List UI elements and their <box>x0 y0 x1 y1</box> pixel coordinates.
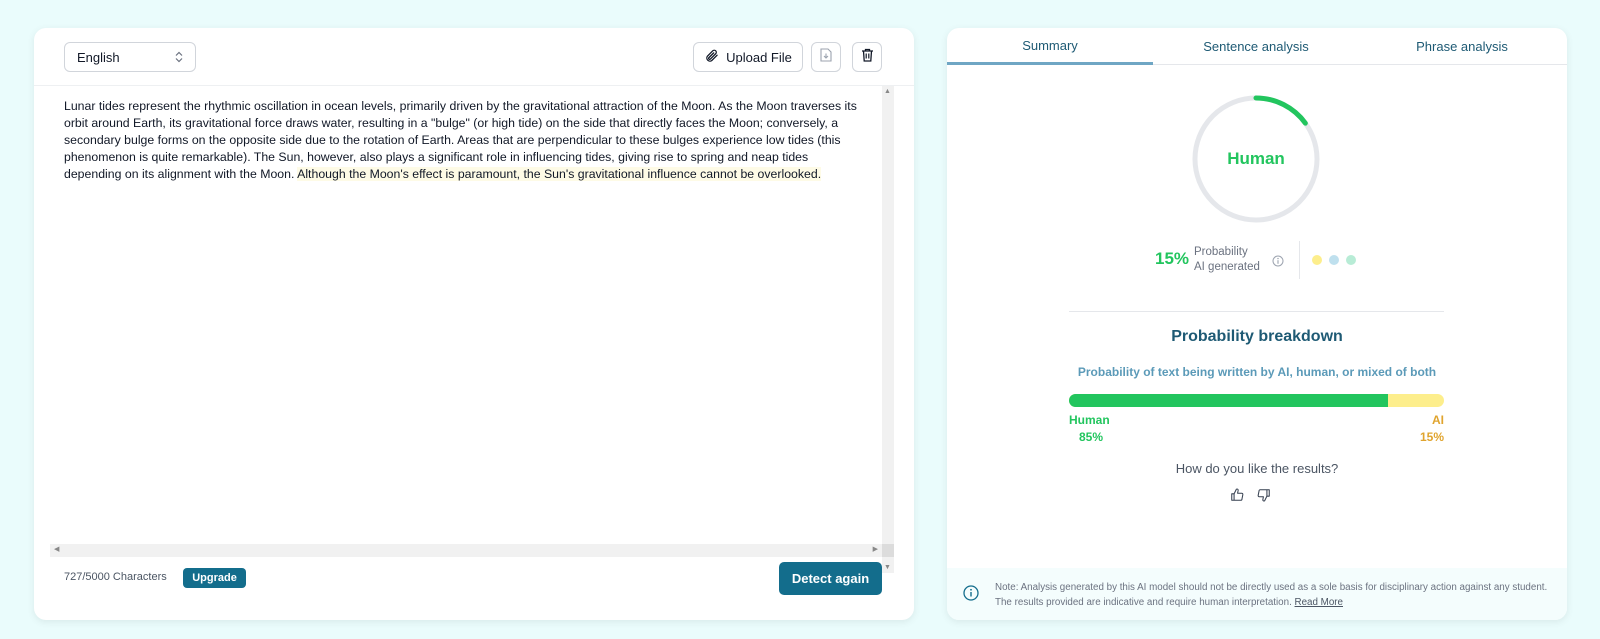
download-button[interactable] <box>811 42 841 72</box>
tab-sentence-analysis[interactable]: Sentence analysis <box>1153 28 1359 65</box>
scrollbar-corner <box>882 544 894 557</box>
read-more-link[interactable]: Read More <box>1295 597 1343 608</box>
results-tabs: Summary Sentence analysis Phrase analysi… <box>947 28 1567 65</box>
probability-bar-human-fill <box>1069 394 1388 407</box>
character-count: 727/5000 Characters <box>64 571 167 583</box>
upgrade-button[interactable]: Upgrade <box>183 568 246 588</box>
results-panel: Summary Sentence analysis Phrase analysi… <box>947 28 1567 620</box>
probability-bar <box>1069 394 1444 407</box>
ai-probability-percent: 15% <box>1155 249 1190 268</box>
bar-human-label: Human <box>1069 413 1110 427</box>
info-circle-icon <box>963 585 979 606</box>
legend-dot-human <box>1346 255 1356 265</box>
file-download-icon <box>820 47 832 67</box>
bar-ai-percent: 15% <box>1419 430 1444 444</box>
legend-dot-mixed <box>1329 255 1339 265</box>
bar-human-percent: 85% <box>1079 430 1104 444</box>
breakdown-subtitle: Probability of text being written by AI,… <box>1077 365 1437 379</box>
legend-dot-ai <box>1312 255 1322 265</box>
ai-probability-label: Probability AI generated <box>1194 245 1260 275</box>
ai-probability-label-line2: AI generated <box>1194 261 1260 273</box>
delete-button[interactable] <box>852 42 882 72</box>
ai-probability-label-line1: Probability <box>1194 246 1248 258</box>
feedback-question: How do you like the results? <box>1175 461 1339 476</box>
horizontal-scrollbar[interactable]: ◀ ▶ <box>50 544 882 557</box>
thumbs-up-icon[interactable] <box>1230 488 1244 507</box>
tab-summary[interactable]: Summary <box>947 28 1153 65</box>
section-divider <box>1069 311 1444 312</box>
verdict-label: Human <box>1227 149 1285 168</box>
scroll-up-icon[interactable]: ▲ <box>884 88 891 95</box>
scroll-left-icon[interactable]: ◀ <box>54 545 59 553</box>
disclaimer-note: Note: Analysis generated by this AI mode… <box>947 568 1567 620</box>
detect-again-button[interactable]: Detect again <box>779 562 882 595</box>
vertical-scrollbar[interactable]: ▲ ▼ <box>882 86 894 573</box>
tab-phrase-analysis[interactable]: Phrase analysis <box>1359 28 1565 65</box>
language-select[interactable]: English <box>64 42 196 72</box>
disclaimer-body: Note: Analysis generated by this AI mode… <box>995 582 1548 608</box>
upload-file-button[interactable]: Upload File <box>693 42 803 72</box>
trash-icon <box>861 48 874 67</box>
paperclip-icon <box>704 48 719 66</box>
text-highlighted-sentence: Although the Moon's effect is paramount,… <box>297 167 822 181</box>
disclaimer-text: Note: Analysis generated by this AI mode… <box>995 580 1555 610</box>
bar-ai-label: AI <box>1432 413 1444 427</box>
thumbs-down-icon[interactable] <box>1257 488 1271 507</box>
scroll-down-icon[interactable]: ▼ <box>884 564 891 571</box>
toolbar-divider <box>34 85 914 86</box>
text-input-area[interactable]: Lunar tides represent the rhythmic oscil… <box>64 98 864 538</box>
language-select-value: English <box>77 49 120 65</box>
editor-panel: English Upload File Lunar tides represen… <box>34 28 914 620</box>
breakdown-title: Probability breakdown <box>1171 328 1343 345</box>
upload-file-label: Upload File <box>726 49 792 65</box>
stats-divider <box>1299 241 1300 279</box>
chevron-updown-icon <box>175 51 183 63</box>
scroll-right-icon[interactable]: ▶ <box>873 545 878 553</box>
info-icon[interactable] <box>1272 254 1284 272</box>
